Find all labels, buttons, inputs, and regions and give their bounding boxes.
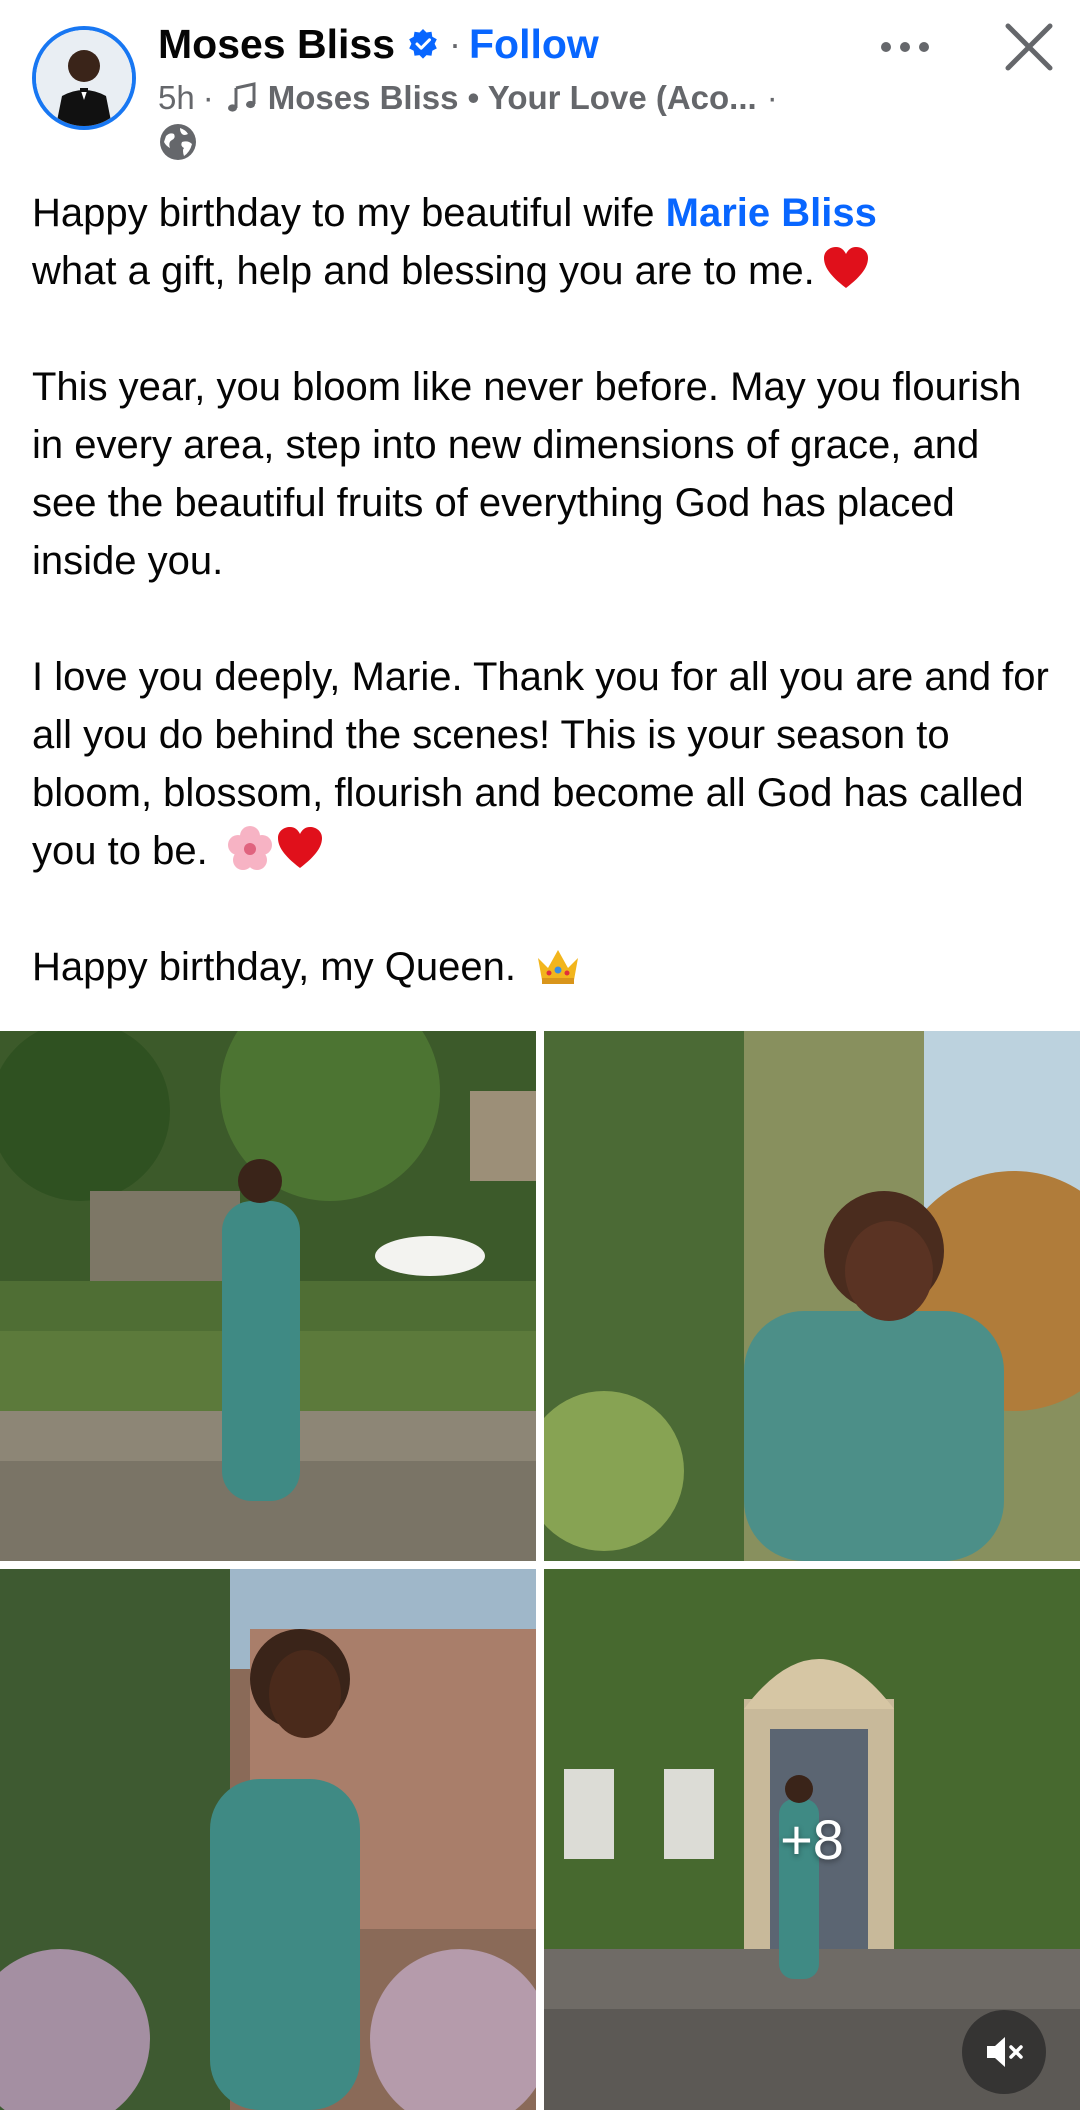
author-avatar[interactable] — [32, 26, 136, 130]
mute-button[interactable] — [962, 2010, 1046, 2094]
mention-link[interactable]: Marie Bliss — [666, 191, 877, 235]
caption-paragraph-3: I love you deeply, Marie. Thank you for … — [32, 648, 1052, 880]
speaker-muted-icon — [987, 2037, 1023, 2067]
caption-text: what a gift, help and blessing you are t… — [32, 249, 815, 293]
post-photo-2[interactable] — [544, 1031, 1080, 1561]
post-caption: Happy birthday to my beautiful wife Mari… — [32, 184, 1052, 996]
post-photo-1[interactable] — [0, 1031, 536, 1561]
more-options-button[interactable] — [870, 22, 940, 72]
post-header: Moses Bliss · Follow 5h · Moses Bliss • … — [0, 0, 1080, 170]
author-row: Moses Bliss · Follow — [158, 16, 599, 72]
post-meta: 5h · Moses Bliss • Your Love (Aco... · — [158, 74, 778, 122]
caption-text: I love you deeply, Marie. Thank you for … — [32, 655, 1049, 873]
meta-trailing-dot: · — [766, 79, 778, 116]
meta-separator: · — [202, 79, 214, 116]
red-heart-icon — [823, 247, 868, 288]
close-button[interactable] — [1000, 18, 1058, 76]
crown-icon — [538, 950, 579, 984]
cherry-blossom-icon — [227, 826, 272, 870]
close-icon — [1005, 23, 1053, 71]
caption-text: Happy birthday, my Queen. — [32, 945, 516, 989]
author-name[interactable]: Moses Bliss — [158, 21, 395, 68]
follow-button[interactable]: Follow — [469, 21, 599, 68]
caption-paragraph-4: Happy birthday, my Queen. — [32, 938, 1052, 996]
music-note-icon — [226, 82, 258, 114]
music-track-link[interactable]: Moses Bliss • Your Love (Aco... — [268, 79, 757, 117]
verified-badge-icon — [407, 28, 439, 60]
more-dots-icon — [881, 42, 929, 52]
post-photo-3[interactable] — [0, 1569, 536, 2110]
caption-paragraph-1: Happy birthday to my beautiful wife Mari… — [32, 184, 1052, 300]
separator-dot: · — [449, 23, 461, 64]
caption-text: Happy birthday to my beautiful wife — [32, 191, 666, 235]
caption-paragraph-2: This year, you bloom like never before. … — [32, 365, 1022, 583]
post-time[interactable]: 5h — [158, 79, 195, 117]
red-heart-icon — [277, 827, 322, 868]
globe-icon — [160, 124, 196, 160]
privacy-indicator[interactable] — [158, 122, 198, 162]
